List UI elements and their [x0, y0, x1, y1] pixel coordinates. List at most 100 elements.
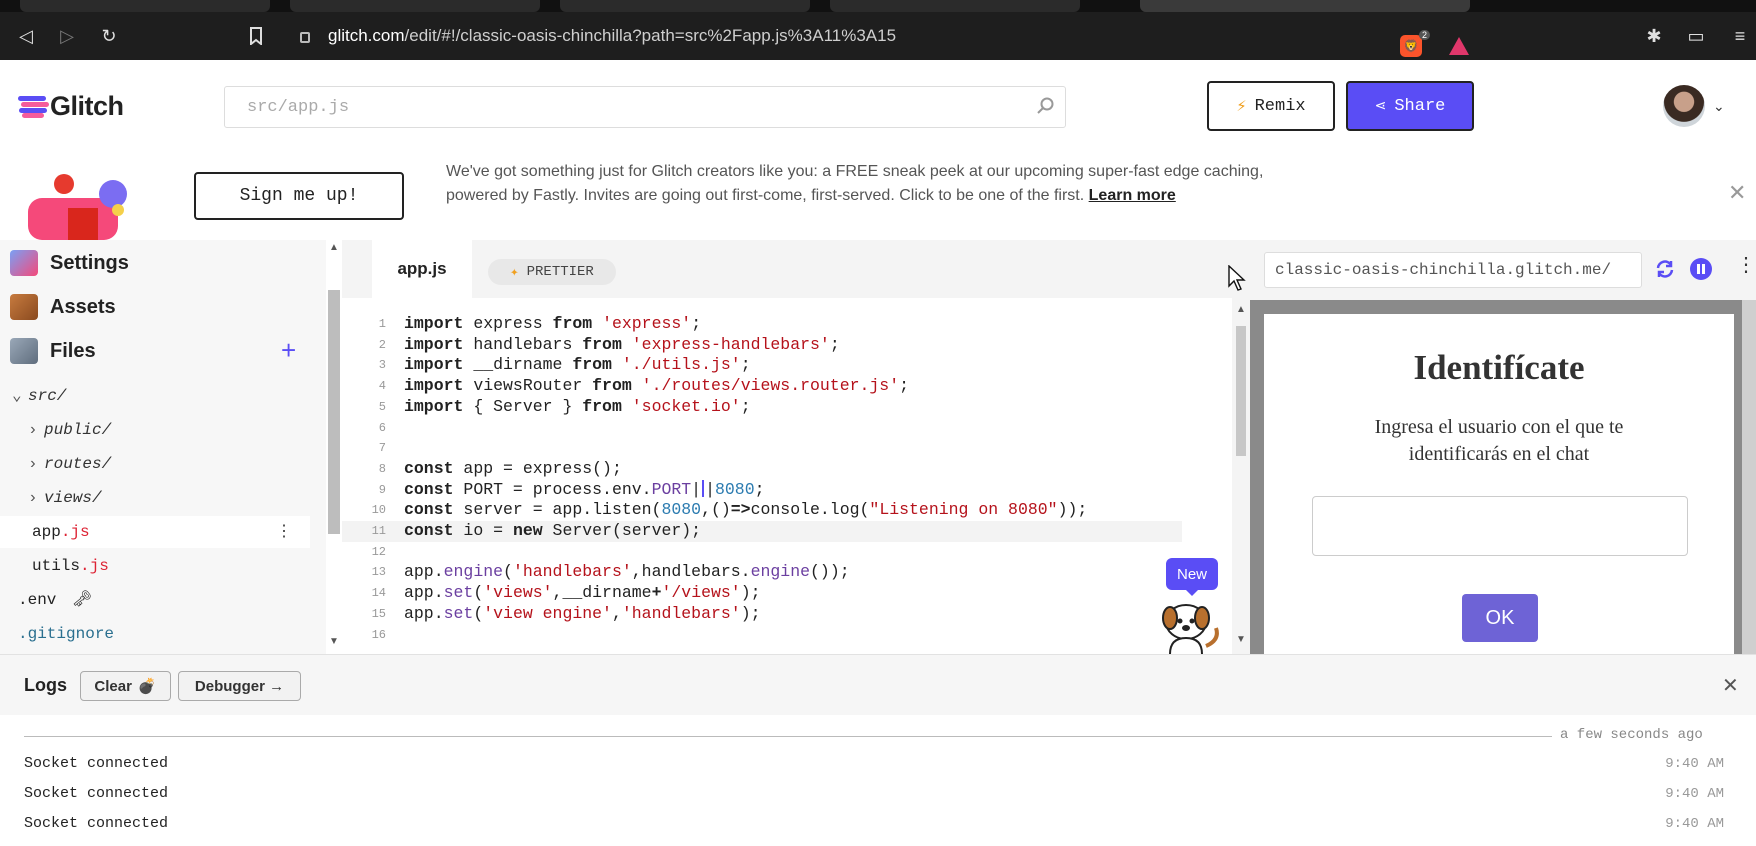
- scrollbar-thumb[interactable]: [1236, 326, 1246, 456]
- sidebar-scrollbar[interactable]: ▲ ▼: [326, 240, 342, 654]
- scroll-up-icon[interactable]: ▲: [329, 242, 339, 253]
- code-editor[interactable]: 1 import express from 'express'; 2 import …: [342, 298, 1232, 654]
- preview-scrollbar[interactable]: [1742, 300, 1756, 654]
- address-bar[interactable]: glitch.com/edit/#!/classic-oasis-chinchi…: [328, 22, 1408, 50]
- assets-icon: [10, 294, 38, 320]
- log-time: 9:40 AM: [1665, 816, 1724, 832]
- brave-count: 2: [1419, 30, 1431, 40]
- more-options-icon[interactable]: ⋮: [1736, 252, 1756, 277]
- new-badge[interactable]: New: [1166, 558, 1218, 596]
- folder-label: public/: [44, 421, 112, 439]
- dialog-title: Identifícate: [1413, 348, 1585, 387]
- key-icon: 🗝: [72, 591, 93, 609]
- sidebar-item-label: Settings: [50, 251, 129, 274]
- files-icon: [10, 338, 38, 364]
- file-label: app: [32, 523, 61, 541]
- logs-divider: [24, 736, 1552, 737]
- chevron-down-icon: ⌄: [12, 387, 22, 405]
- sidebar-item-settings[interactable]: Settings: [10, 246, 129, 280]
- reload-icon[interactable]: ↻: [97, 24, 121, 48]
- code-line: 1 import express from 'express';: [378, 314, 702, 333]
- forward-icon[interactable]: ▷: [55, 24, 79, 48]
- scroll-up-icon[interactable]: ▲: [1236, 304, 1246, 315]
- code-line: 5 import { Server } from 'socket.io';: [378, 396, 751, 416]
- scroll-down-icon[interactable]: ▼: [329, 636, 339, 647]
- debugger-button[interactable]: Debugger →: [178, 671, 301, 701]
- code-line: 4 import viewsRouter from './routes/views…: [378, 376, 910, 396]
- refresh-icon[interactable]: [1654, 258, 1676, 280]
- chevron-right-icon: ›: [28, 489, 38, 507]
- more-options-icon[interactable]: ⋮: [276, 516, 292, 548]
- glitch-header: Glitch src/app.js ⚡ Remix ⋖ Share ⌄: [0, 60, 1756, 152]
- chevron-down-icon[interactable]: ⌄: [1713, 98, 1725, 115]
- banner-illustration: [28, 174, 127, 240]
- sign-up-button[interactable]: Sign me up!: [194, 172, 404, 220]
- settings-icon: [10, 250, 38, 276]
- browser-tab[interactable]: [560, 0, 810, 12]
- browser-tab-active[interactable]: [1140, 0, 1470, 12]
- log-text: Socket connected: [24, 815, 169, 832]
- tab-app-js[interactable]: app.js: [372, 240, 472, 298]
- url-host: glitch.com: [328, 26, 405, 45]
- code-line: 16: [371, 627, 386, 642]
- code-line: 12: [371, 544, 386, 559]
- code-line: 10 const server = app.listen(8080,()=>con…: [371, 500, 1088, 520]
- glitch-logo[interactable]: Glitch: [18, 91, 124, 122]
- add-file-icon[interactable]: +: [281, 335, 296, 366]
- sidebar-item-label: Files: [50, 339, 96, 362]
- brave-shields-icon[interactable]: 🦁: [1400, 35, 1422, 57]
- remix-button[interactable]: ⚡ Remix: [1207, 81, 1335, 131]
- scrollbar-thumb[interactable]: [328, 290, 340, 534]
- learn-more-link[interactable]: Learn more: [1089, 187, 1176, 204]
- file-env[interactable]: .env 🗝: [0, 584, 310, 616]
- share-label: Share: [1394, 96, 1446, 116]
- chevron-right-icon: ›: [28, 455, 38, 473]
- sidebar-item-files[interactable]: Files: [10, 334, 96, 368]
- pause-icon[interactable]: [1690, 258, 1712, 280]
- browser-tab[interactable]: [830, 0, 1080, 12]
- close-icon[interactable]: ✕: [1722, 673, 1739, 698]
- banner-message: We've got something just for Glitch crea…: [446, 160, 1266, 208]
- extensions-icon[interactable]: ✱: [1642, 24, 1666, 48]
- remix-label: Remix: [1254, 96, 1306, 116]
- dog-mascot-icon[interactable]: [1156, 596, 1226, 654]
- ok-button[interactable]: OK: [1462, 594, 1538, 642]
- log-entry: Socket connected 9:40 AM: [24, 781, 1724, 807]
- back-icon[interactable]: ◁: [14, 24, 38, 48]
- bookmark-icon[interactable]: [244, 24, 268, 48]
- file-gitignore[interactable]: .gitignore: [0, 618, 310, 650]
- folder-label: views/: [44, 489, 102, 507]
- search-icon: [1037, 97, 1054, 114]
- avatar[interactable]: [1663, 85, 1705, 127]
- menu-icon[interactable]: ≡: [1728, 24, 1752, 48]
- browser-tab[interactable]: [290, 0, 540, 12]
- preview-url-field[interactable]: classic-oasis-chinchilla.glitch.me/: [1264, 252, 1642, 288]
- file-utils-js[interactable]: utils.js: [0, 550, 310, 582]
- browser-tabstrip: [0, 0, 1756, 12]
- file-search-input[interactable]: src/app.js: [224, 86, 1066, 128]
- folder-routes[interactable]: › routes/: [0, 448, 310, 480]
- close-icon[interactable]: ✕: [1728, 180, 1746, 206]
- wallet-icon[interactable]: ▭: [1684, 24, 1708, 48]
- editor-scrollbar[interactable]: ▲ ▼: [1232, 298, 1250, 654]
- code-line: 13 app.engine('handlebars',handlebars.eng…: [371, 562, 850, 582]
- sparkle-icon: ✦: [510, 264, 519, 281]
- dialog-subtitle: Ingresa el usuario con el que te identif…: [1374, 416, 1624, 465]
- brave-rewards-icon[interactable]: [1449, 37, 1469, 55]
- scroll-down-icon[interactable]: ▼: [1236, 634, 1246, 645]
- code-line: 9 const PORT = process.env.PORT| |8080;: [378, 479, 765, 499]
- logs-header: Logs Clear 💣 Debugger → ✕: [0, 655, 1756, 715]
- folder-src[interactable]: ⌄ src/: [0, 380, 310, 412]
- share-icon: ⋖: [1374, 98, 1387, 115]
- username-input[interactable]: [1312, 496, 1688, 556]
- code-line: 15 app.set('view engine','handlebars');: [371, 603, 761, 623]
- browser-tab[interactable]: [20, 0, 270, 12]
- clear-logs-button[interactable]: Clear 💣: [80, 671, 171, 701]
- prettier-button[interactable]: ✦ PRETTIER: [488, 259, 616, 285]
- sidebar-item-assets[interactable]: Assets: [10, 290, 116, 324]
- folder-views[interactable]: › views/: [0, 482, 310, 514]
- file-app-js[interactable]: app.js ⋮: [0, 516, 310, 548]
- code-line: 14 app.set('views',__dirname+'/views');: [371, 583, 761, 603]
- share-button[interactable]: ⋖ Share: [1346, 81, 1474, 131]
- folder-public[interactable]: › public/: [0, 414, 310, 446]
